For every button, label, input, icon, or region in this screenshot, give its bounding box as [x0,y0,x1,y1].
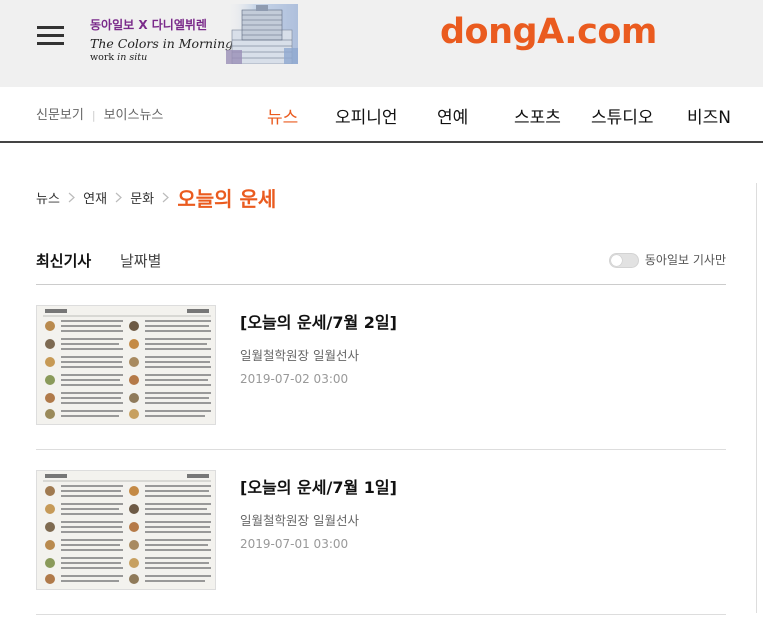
tab-latest[interactable]: 최신기사 [36,250,91,271]
chevron-right-icon [162,192,170,203]
horoscope-page-image [37,306,215,424]
page-title: 오늘의 운세 [177,187,277,211]
building-illustration [226,4,298,64]
article-title[interactable]: [오늘의 운세/7월 2일] [240,309,397,333]
banner-bottom-text: work in situ [90,52,148,63]
donga-logo[interactable]: dongA.com [440,12,657,52]
nav-item-news[interactable]: 뉴스 [267,103,298,128]
breadcrumb-culture[interactable]: 문화 [130,192,154,207]
banner-top-text: 동아일보 X 다니엘뷔렌 [90,18,207,32]
nav-utility-links: 신문보기 | 보이스뉴스 [36,104,163,123]
article-title[interactable]: [오늘의 운세/7월 1일] [240,474,397,498]
chevron-right-icon [115,192,123,203]
article-author: 일월철학원장 일월선사 [240,513,359,528]
nav-item-bizn[interactable]: 비즈N [687,103,731,128]
main-nav: 신문보기 | 보이스뉴스 뉴스 오피니언 연예 스포츠 스튜디오 비즈N [0,87,763,143]
article-date: 2019-07-01 03:00 [240,537,349,551]
breadcrumb-news[interactable]: 뉴스 [36,192,60,207]
breadcrumb: 뉴스 연재 문화 오늘의 운세 [36,183,277,211]
nav-item-entertainment[interactable]: 연예 [437,103,468,128]
nav-item-opinion[interactable]: 오피니언 [335,103,398,128]
nav-item-studio[interactable]: 스튜디오 [591,103,654,128]
nav-item-sports[interactable]: 스포츠 [514,103,561,128]
site-header: 동아일보 X 다니엘뷔렌 The Colors in Morning Calm … [0,0,763,87]
article-thumbnail[interactable] [36,470,216,590]
scrollbar-track[interactable] [756,183,757,613]
toggle-switch[interactable] [608,253,639,268]
article-item: [오늘의 운세/7월 1일] 일월철학원장 일월선사 2019-07-01 03… [36,450,726,615]
banner-ad[interactable]: 동아일보 X 다니엘뷔렌 The Colors in Morning Calm … [88,4,300,66]
breadcrumb-series[interactable]: 연재 [83,192,107,207]
donga-only-filter: 동아일보 기사만 [608,251,726,268]
toggle-label: 동아일보 기사만 [644,253,726,267]
hamburger-menu-icon[interactable] [37,26,64,46]
tab-by-date[interactable]: 날짜별 [120,250,161,271]
article-thumbnail[interactable] [36,305,216,425]
horoscope-page-image [37,471,215,589]
nav-link-voice-news[interactable]: 보이스뉴스 [104,108,164,123]
divider: | [91,109,96,122]
article-date: 2019-07-02 03:00 [240,372,349,386]
article-item: [오늘의 운세/7월 2일] 일월철학원장 일월선사 2019-07-02 03… [36,285,726,450]
article-author: 일월철학원장 일월선사 [240,348,359,363]
article-list-tabs: 최신기사 날짜별 동아일보 기사만 [36,250,726,285]
chevron-right-icon [68,192,75,203]
nav-link-newspaper[interactable]: 신문보기 [36,108,84,123]
